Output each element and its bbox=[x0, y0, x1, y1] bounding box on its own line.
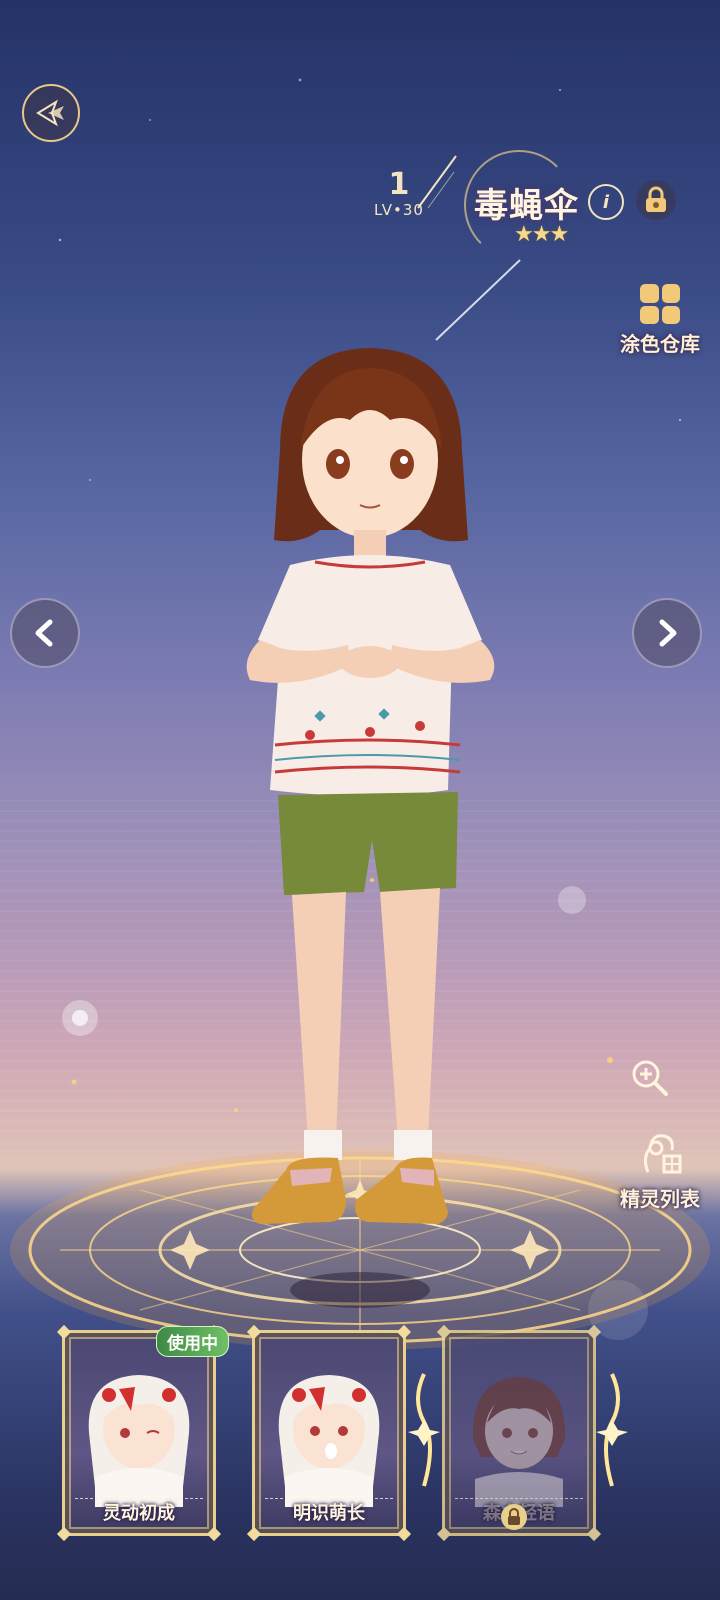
outfit-card-1[interactable]: 灵动初成 bbox=[56, 1324, 222, 1542]
paint-library-button[interactable]: 涂色仓库 bbox=[600, 284, 720, 357]
paint-library-label: 涂色仓库 bbox=[620, 332, 700, 356]
outfit-card-1-label: 灵动初成 bbox=[103, 1503, 175, 1524]
spirit-list-icon bbox=[643, 1134, 682, 1174]
lock-button[interactable] bbox=[636, 180, 676, 220]
outfit-card-2[interactable]: 明识萌长 bbox=[246, 1324, 412, 1542]
glow-ornament-right bbox=[596, 1373, 628, 1487]
edit-name-button[interactable]: i bbox=[588, 184, 624, 220]
chevron-right-icon bbox=[659, 619, 677, 647]
in-use-badge: 使用中 bbox=[156, 1326, 229, 1357]
spirit-name: 毒蝇伞 bbox=[474, 186, 579, 226]
palette-grid-icon bbox=[640, 284, 680, 324]
glow-ornament-left bbox=[408, 1373, 440, 1487]
chevron-left-icon bbox=[35, 619, 53, 647]
level-label: LV bbox=[374, 201, 393, 219]
outfit-card-2-label: 明识萌长 bbox=[293, 1503, 365, 1524]
back-button[interactable] bbox=[22, 84, 80, 142]
outfit-card-row: 灵动初成 使用中 明识萌长 森之轻语 bbox=[0, 1324, 720, 1560]
card-portrait bbox=[88, 1375, 190, 1507]
edit-icon: i bbox=[602, 191, 610, 213]
card-portrait bbox=[278, 1375, 380, 1507]
card-portrait bbox=[472, 1377, 566, 1507]
name-pointer-line bbox=[435, 259, 521, 341]
star-rating: ★★★ bbox=[514, 222, 569, 247]
spirit-list-button[interactable]: 精灵列表 bbox=[600, 1128, 720, 1212]
zoom-in-icon[interactable] bbox=[628, 1056, 672, 1100]
prev-spirit-button[interactable] bbox=[10, 598, 80, 668]
spirit-list-label: 精灵列表 bbox=[620, 1187, 700, 1211]
character-model bbox=[246, 348, 495, 1224]
next-spirit-button[interactable] bbox=[632, 598, 702, 668]
lock-icon bbox=[646, 186, 666, 212]
back-emblem-icon bbox=[36, 99, 64, 127]
level-divider bbox=[417, 155, 457, 209]
card-3-lock-icon bbox=[501, 1504, 527, 1530]
